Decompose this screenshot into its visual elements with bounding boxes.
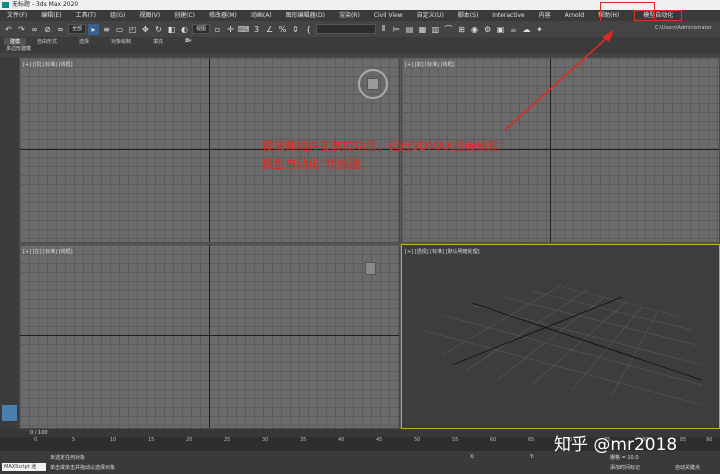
zhihu-watermark: 知乎 @mr2018 [554,435,678,455]
annotation-line: 模法师插件安装成功后，运行3DMAX后会出现“ [262,139,506,153]
annotation-text: 模法师插件安装成功后，运行3DMAX后会出现“ 模型自动化”功能键。 [262,137,602,173]
annotation-arrow [504,30,614,131]
annotation-line: 模型自动化”功能键。 [262,157,372,171]
